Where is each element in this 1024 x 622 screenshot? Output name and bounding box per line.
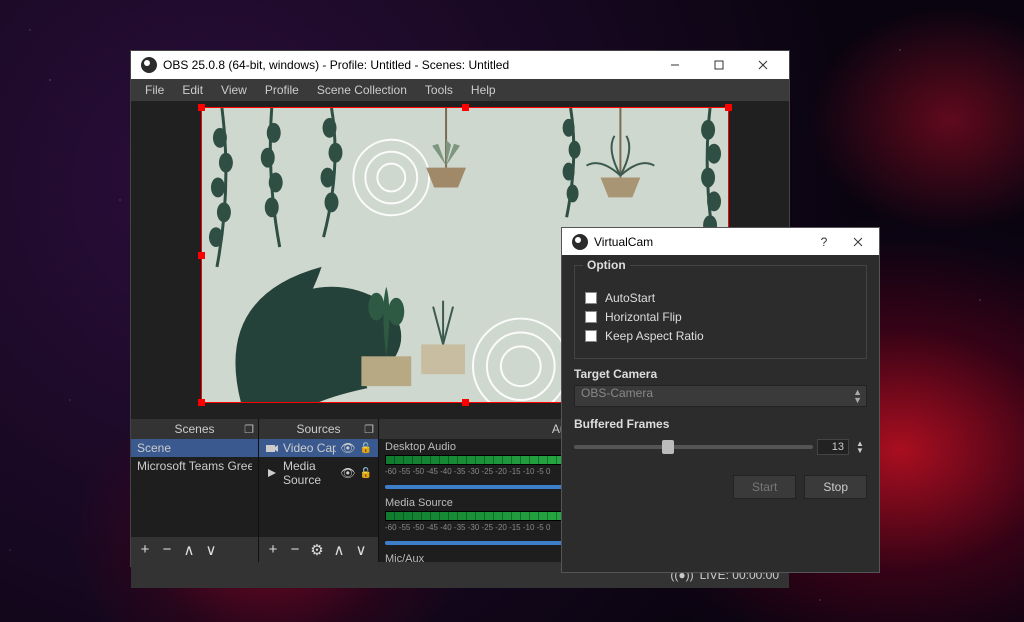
- obs-titlebar[interactable]: OBS 25.0.8 (64-bit, windows) - Profile: …: [131, 51, 789, 79]
- menu-scene-collection[interactable]: Scene Collection: [309, 81, 415, 99]
- target-camera-label: Target Camera: [574, 367, 867, 381]
- vcam-title: VirtualCam: [594, 235, 653, 249]
- scenes-panel: Scenes ❐ Scene Microsoft Teams Green Scre…: [131, 419, 259, 562]
- play-icon: [265, 467, 279, 479]
- obs-menubar: File Edit View Profile Scene Collection …: [131, 79, 789, 101]
- source-item[interactable]: Media Source 👁 🔓: [259, 457, 378, 489]
- scenes-title: Scenes: [174, 422, 214, 436]
- close-button[interactable]: [841, 228, 875, 256]
- source-item[interactable]: Video Capture Dev 👁 🔓: [259, 439, 378, 457]
- add-icon[interactable]: +: [137, 541, 153, 558]
- scene-item[interactable]: Scene: [131, 439, 258, 457]
- move-up-icon[interactable]: ∧: [331, 541, 347, 559]
- obs-icon: [572, 234, 588, 250]
- buffered-frames-label: Buffered Frames: [574, 417, 867, 431]
- virtualcam-dialog: VirtualCam ? Option AutoStart Horizontal…: [561, 227, 880, 573]
- menu-tools[interactable]: Tools: [417, 81, 461, 99]
- buffered-frames-slider[interactable]: [574, 445, 813, 449]
- option-label: Option: [583, 258, 630, 272]
- target-camera-select[interactable]: OBS-Camera ▲▼: [574, 385, 867, 407]
- sources-title: Sources: [296, 422, 340, 436]
- maximize-button[interactable]: [697, 51, 741, 79]
- popout-icon[interactable]: ❐: [244, 423, 254, 436]
- move-down-icon[interactable]: ∨: [203, 541, 219, 559]
- autostart-checkbox[interactable]: AutoStart: [585, 291, 856, 305]
- move-up-icon[interactable]: ∧: [181, 541, 197, 559]
- hflip-checkbox[interactable]: Horizontal Flip: [585, 310, 856, 324]
- add-icon[interactable]: +: [265, 541, 281, 558]
- vcam-titlebar[interactable]: VirtualCam ?: [562, 228, 879, 255]
- obs-title: OBS 25.0.8 (64-bit, windows) - Profile: …: [163, 58, 509, 72]
- chevron-updown-icon: ▲▼: [853, 388, 862, 404]
- menu-edit[interactable]: Edit: [174, 81, 211, 99]
- option-group: Option AutoStart Horizontal Flip Keep As…: [574, 265, 867, 359]
- scene-item[interactable]: Microsoft Teams Green Screen: [131, 457, 258, 475]
- visibility-icon[interactable]: 👁: [340, 441, 355, 455]
- move-down-icon[interactable]: ∨: [353, 541, 369, 559]
- stop-button[interactable]: Stop: [804, 475, 867, 499]
- visibility-icon[interactable]: 👁: [340, 466, 355, 480]
- minimize-button[interactable]: [653, 51, 697, 79]
- menu-file[interactable]: File: [137, 81, 172, 99]
- menu-profile[interactable]: Profile: [257, 81, 307, 99]
- spinner-icon[interactable]: ▲▼: [853, 440, 867, 454]
- menu-help[interactable]: Help: [463, 81, 504, 99]
- lock-icon[interactable]: 🔓: [360, 443, 372, 454]
- buffered-frames-value[interactable]: 13: [817, 439, 849, 455]
- camera-icon: [265, 442, 279, 454]
- obs-icon: [141, 57, 157, 73]
- menu-view[interactable]: View: [213, 81, 255, 99]
- gear-icon[interactable]: ⚙: [309, 541, 325, 559]
- aspect-checkbox[interactable]: Keep Aspect Ratio: [585, 329, 856, 343]
- sources-panel: Sources ❐ Video Capture Dev 👁 🔓 Media Sou…: [259, 419, 379, 562]
- remove-icon[interactable]: −: [287, 541, 303, 558]
- start-button[interactable]: Start: [733, 475, 796, 499]
- close-button[interactable]: [741, 51, 785, 79]
- lock-icon[interactable]: 🔓: [360, 468, 372, 479]
- remove-icon[interactable]: −: [159, 541, 175, 558]
- popout-icon[interactable]: ❐: [364, 423, 374, 436]
- help-button[interactable]: ?: [807, 228, 841, 256]
